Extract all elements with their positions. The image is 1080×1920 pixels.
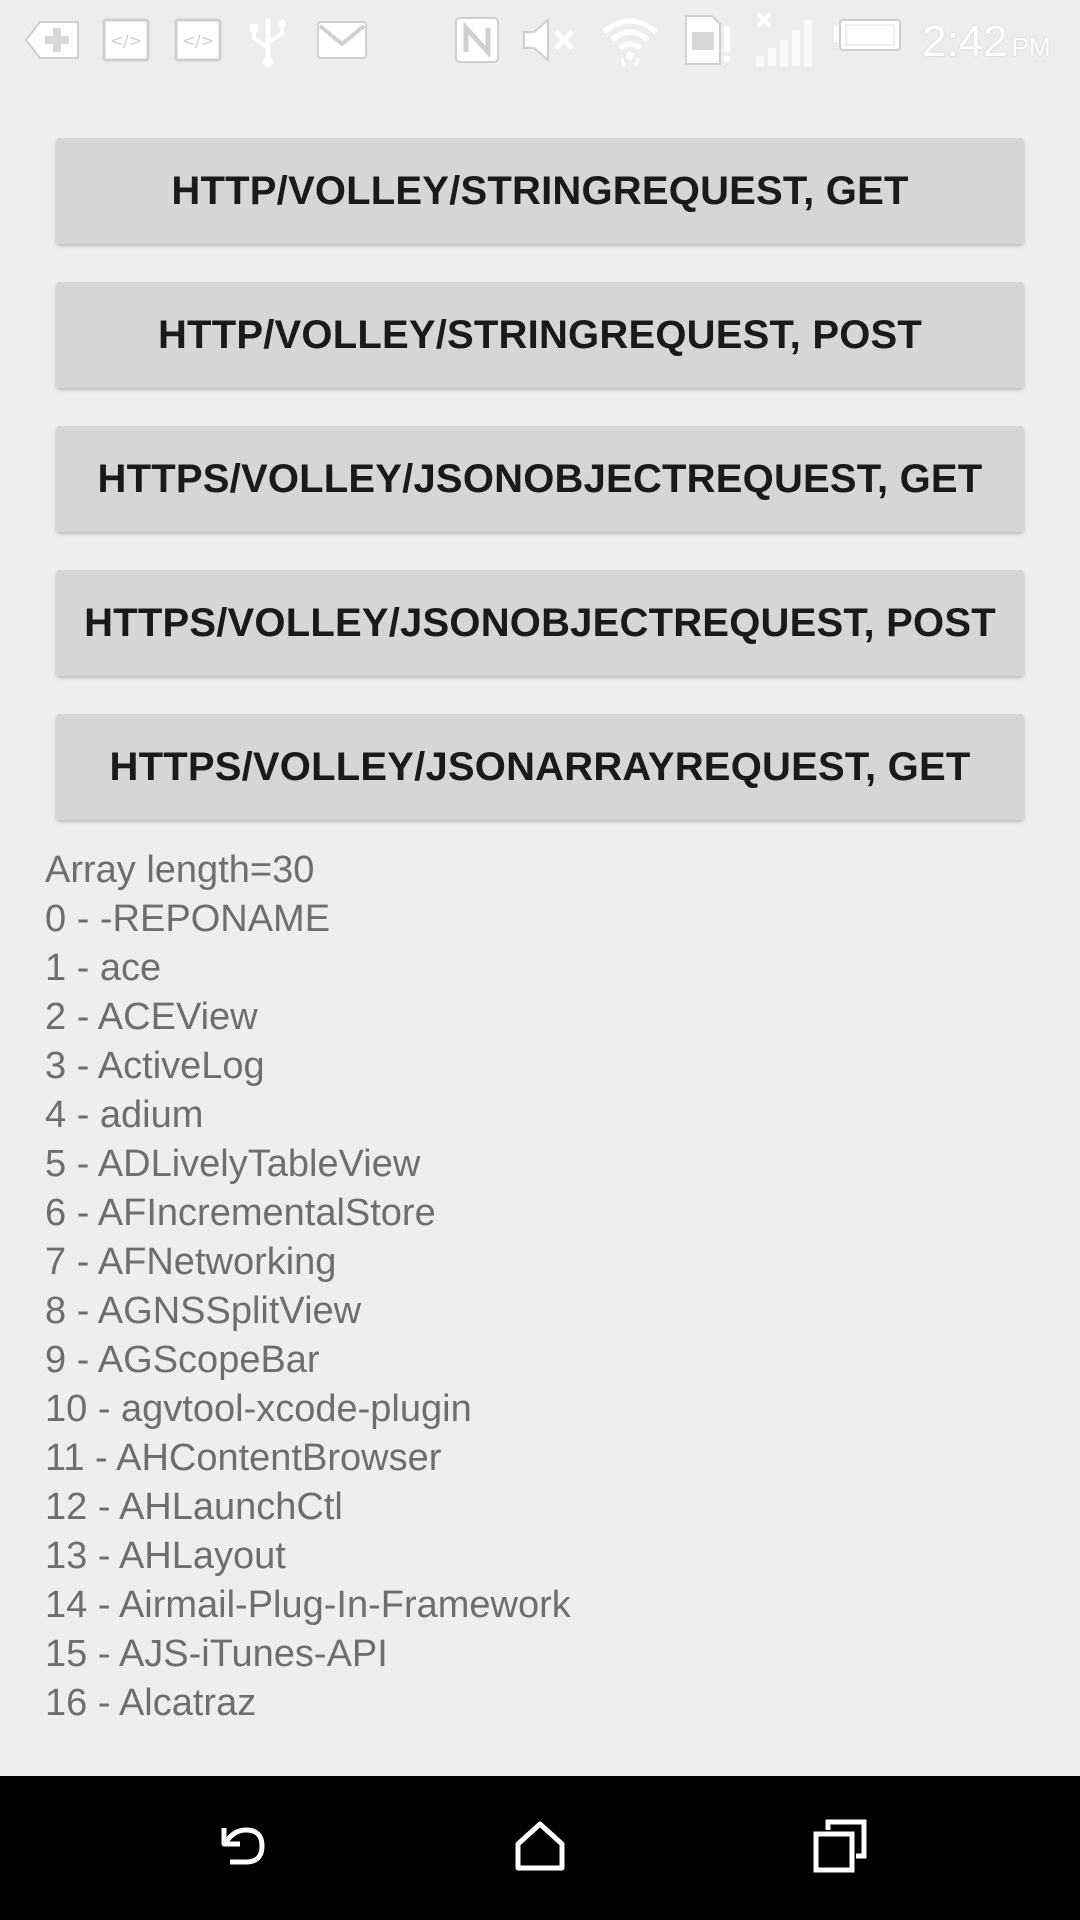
list-item: 4 - adium bbox=[45, 1094, 204, 1136]
mute-icon bbox=[520, 12, 580, 68]
array-length-label: Array length=30 bbox=[45, 849, 315, 891]
svg-text:</>: </> bbox=[182, 31, 214, 50]
code-icon: </> bbox=[172, 12, 224, 68]
list-item: 15 - AJS-iTunes-API bbox=[45, 1633, 388, 1675]
list-item: 1 - ace bbox=[45, 947, 162, 989]
battery-icon bbox=[832, 12, 902, 68]
nfc-icon bbox=[452, 12, 502, 68]
https-jsonobjectrequest-post-button[interactable]: HTTPS/VOLLEY/JSONOBJECTREQUEST, POST bbox=[56, 570, 1024, 676]
list-item: 11 - AHContentBrowser bbox=[45, 1437, 442, 1479]
http-stringrequest-get-button[interactable]: HTTP/VOLLEY/STRINGREQUEST, GET bbox=[56, 138, 1024, 244]
list-item: 7 - AFNetworking bbox=[45, 1241, 337, 1283]
list-item: 12 - AHLaunchCtl bbox=[45, 1486, 343, 1528]
list-item: 0 - -REPONAME bbox=[45, 898, 331, 940]
list-item: 8 - AGNSSplitView bbox=[45, 1290, 362, 1332]
list-item: 3 - ActiveLog bbox=[45, 1045, 265, 1087]
http-stringrequest-post-button[interactable]: HTTP/VOLLEY/STRINGREQUEST, POST bbox=[56, 282, 1024, 388]
list-item: 6 - AFIncrementalStore bbox=[45, 1192, 436, 1234]
https-jsonobjectrequest-get-button[interactable]: HTTPS/VOLLEY/JSONOBJECTREQUEST, GET bbox=[56, 426, 1024, 532]
list-item: 16 - Alcatraz bbox=[45, 1682, 257, 1724]
mail-icon bbox=[314, 12, 370, 68]
no-signal-icon bbox=[752, 12, 814, 68]
usb-icon bbox=[246, 12, 290, 68]
recents-button[interactable] bbox=[800, 1808, 880, 1888]
list-item: 13 - AHLayout bbox=[45, 1535, 286, 1577]
svg-text:</>: </> bbox=[110, 31, 142, 50]
clock: 2:42 PM bbox=[922, 14, 1051, 70]
https-jsonarrayrequest-get-button[interactable]: HTTPS/VOLLEY/JSONARRAYREQUEST, GET bbox=[56, 714, 1024, 820]
list-item: 5 - ADLivelyTableView bbox=[45, 1143, 421, 1185]
list-item: 10 - agvtool-xcode-plugin bbox=[45, 1388, 472, 1430]
status-bar: </> </> 2:42 PM bbox=[0, 0, 1080, 80]
list-item: 2 - ACEView bbox=[45, 996, 258, 1038]
clock-ampm: PM bbox=[1011, 32, 1051, 62]
list-item: 9 - AGScopeBar bbox=[45, 1339, 320, 1381]
clock-time: 2:42 bbox=[922, 17, 1008, 66]
result-text: Array length=30 0 - -REPONAME 1 - ace 2 … bbox=[45, 846, 1045, 1728]
navigation-bar bbox=[0, 1776, 1080, 1920]
code-icon: </> bbox=[100, 12, 152, 68]
sd-card-alert-icon bbox=[680, 12, 736, 68]
home-button[interactable] bbox=[500, 1808, 580, 1888]
back-icon bbox=[208, 1814, 272, 1883]
wifi-icon bbox=[600, 12, 660, 68]
back-button[interactable] bbox=[200, 1808, 280, 1888]
list-item: 14 - Airmail-Plug-In-Framework bbox=[45, 1584, 571, 1626]
recents-icon bbox=[808, 1814, 872, 1883]
home-icon bbox=[508, 1814, 572, 1883]
add-notification-icon bbox=[22, 12, 82, 68]
